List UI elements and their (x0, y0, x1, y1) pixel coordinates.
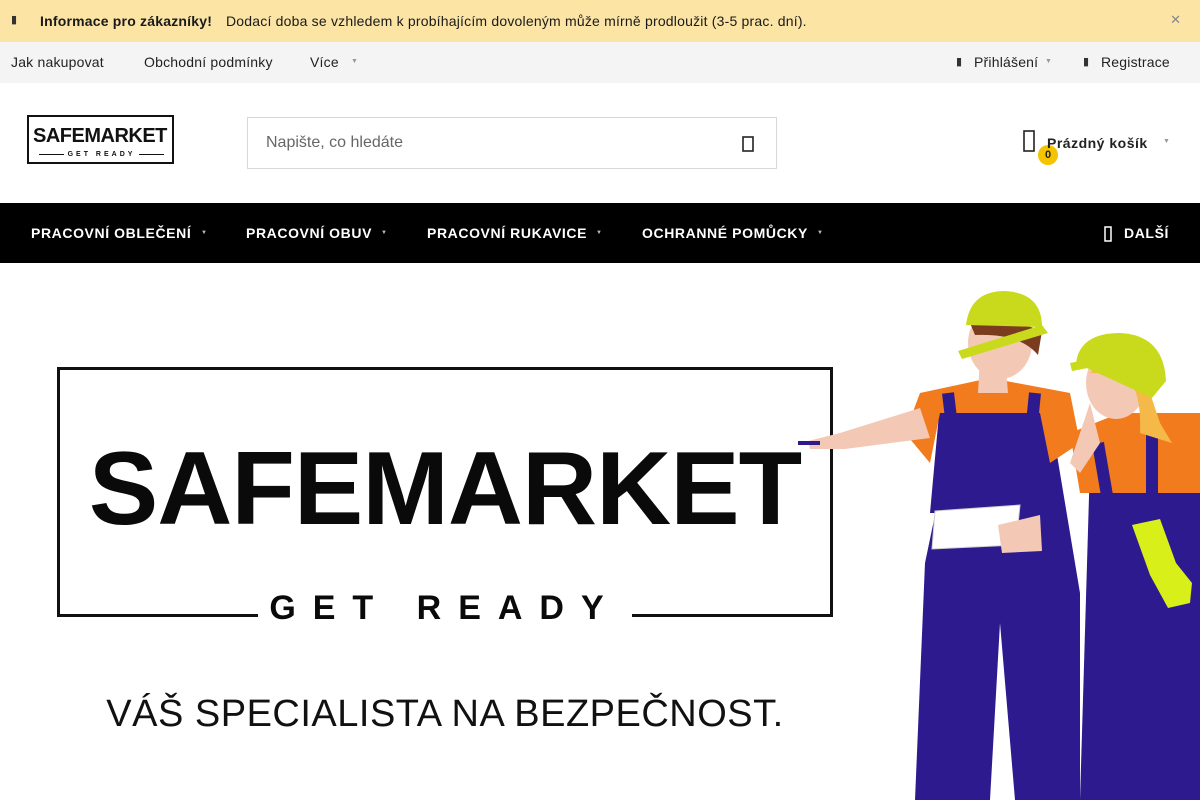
workers-illustration (798, 291, 1200, 800)
nav-item-more[interactable]: DALŠÍ (1124, 225, 1169, 241)
chevron-down-icon: ▼ (596, 230, 603, 236)
hero-subtitle: GET READY (269, 589, 621, 627)
hero-banner[interactable]: SAFEMARKET GET READY VÁŠ SPECIALISTA NA … (0, 263, 1200, 800)
nav-item-work-clothing[interactable]: PRACOVNÍ OBLEČENÍ (31, 225, 191, 241)
cart-icon (1023, 130, 1035, 152)
info-heading: Informace pro zákazníky! (40, 13, 213, 29)
hero-tagline: VÁŠ SPECIALISTA NA BEZPEČNOST. (106, 693, 784, 735)
nav-item-protective-equipment[interactable]: OCHRANNÉ POMŮCKY (642, 225, 808, 241)
top-navigation: Jak nakupovat Obchodní podmínky Více ▼ ▮… (0, 42, 1200, 83)
nav-link-terms[interactable]: Obchodní podmínky (144, 54, 273, 70)
logo-title: SAFEMARKET (33, 125, 167, 147)
chevron-down-icon: ▼ (817, 230, 824, 236)
info-icon: ▮ (11, 14, 18, 26)
info-message: Dodací doba se vzhledem k probíhajícím d… (226, 13, 807, 29)
cart-button[interactable]: 0 Prázdný košík ▼ (1018, 123, 1178, 167)
menu-icon (1104, 226, 1112, 242)
chevron-down-icon: ▼ (1045, 58, 1052, 65)
nav-link-how-to-shop[interactable]: Jak nakupovat (11, 54, 104, 70)
chevron-down-icon: ▼ (381, 230, 388, 236)
site-header: SAFEMARKET GET READY 0 Prázdný košík ▼ (0, 83, 1200, 203)
user-icon: ▮ (956, 56, 963, 68)
logo[interactable]: SAFEMARKET GET READY (27, 115, 174, 164)
nav-item-work-shoes[interactable]: PRACOVNÍ OBUV (246, 225, 372, 241)
hero-title: SAFEMARKET (88, 431, 802, 547)
search-button[interactable] (736, 131, 762, 157)
close-icon[interactable]: ✕ (1170, 12, 1181, 28)
chevron-down-icon: ▼ (351, 58, 358, 65)
info-bar: ▮ Informace pro zákazníky! Dodací doba s… (0, 0, 1200, 42)
chevron-down-icon: ▼ (201, 230, 208, 236)
nav-link-more[interactable]: Více (310, 54, 339, 70)
register-link[interactable]: Registrace (1101, 54, 1170, 70)
nav-item-work-gloves[interactable]: PRACOVNÍ RUKAVICE (427, 225, 587, 241)
logo-subtitle: GET READY (35, 151, 168, 158)
register-icon: ▮ (1083, 56, 1090, 68)
category-navigation: PRACOVNÍ OBLEČENÍ ▼ PRACOVNÍ OBUV ▼ PRAC… (0, 203, 1200, 263)
cart-label: Prázdný košík (1047, 135, 1148, 151)
search-icon (742, 136, 754, 152)
search-box (247, 117, 777, 169)
chevron-down-icon: ▼ (1163, 138, 1170, 145)
login-link[interactable]: Přihlášení (974, 54, 1038, 70)
search-input[interactable] (249, 119, 709, 167)
